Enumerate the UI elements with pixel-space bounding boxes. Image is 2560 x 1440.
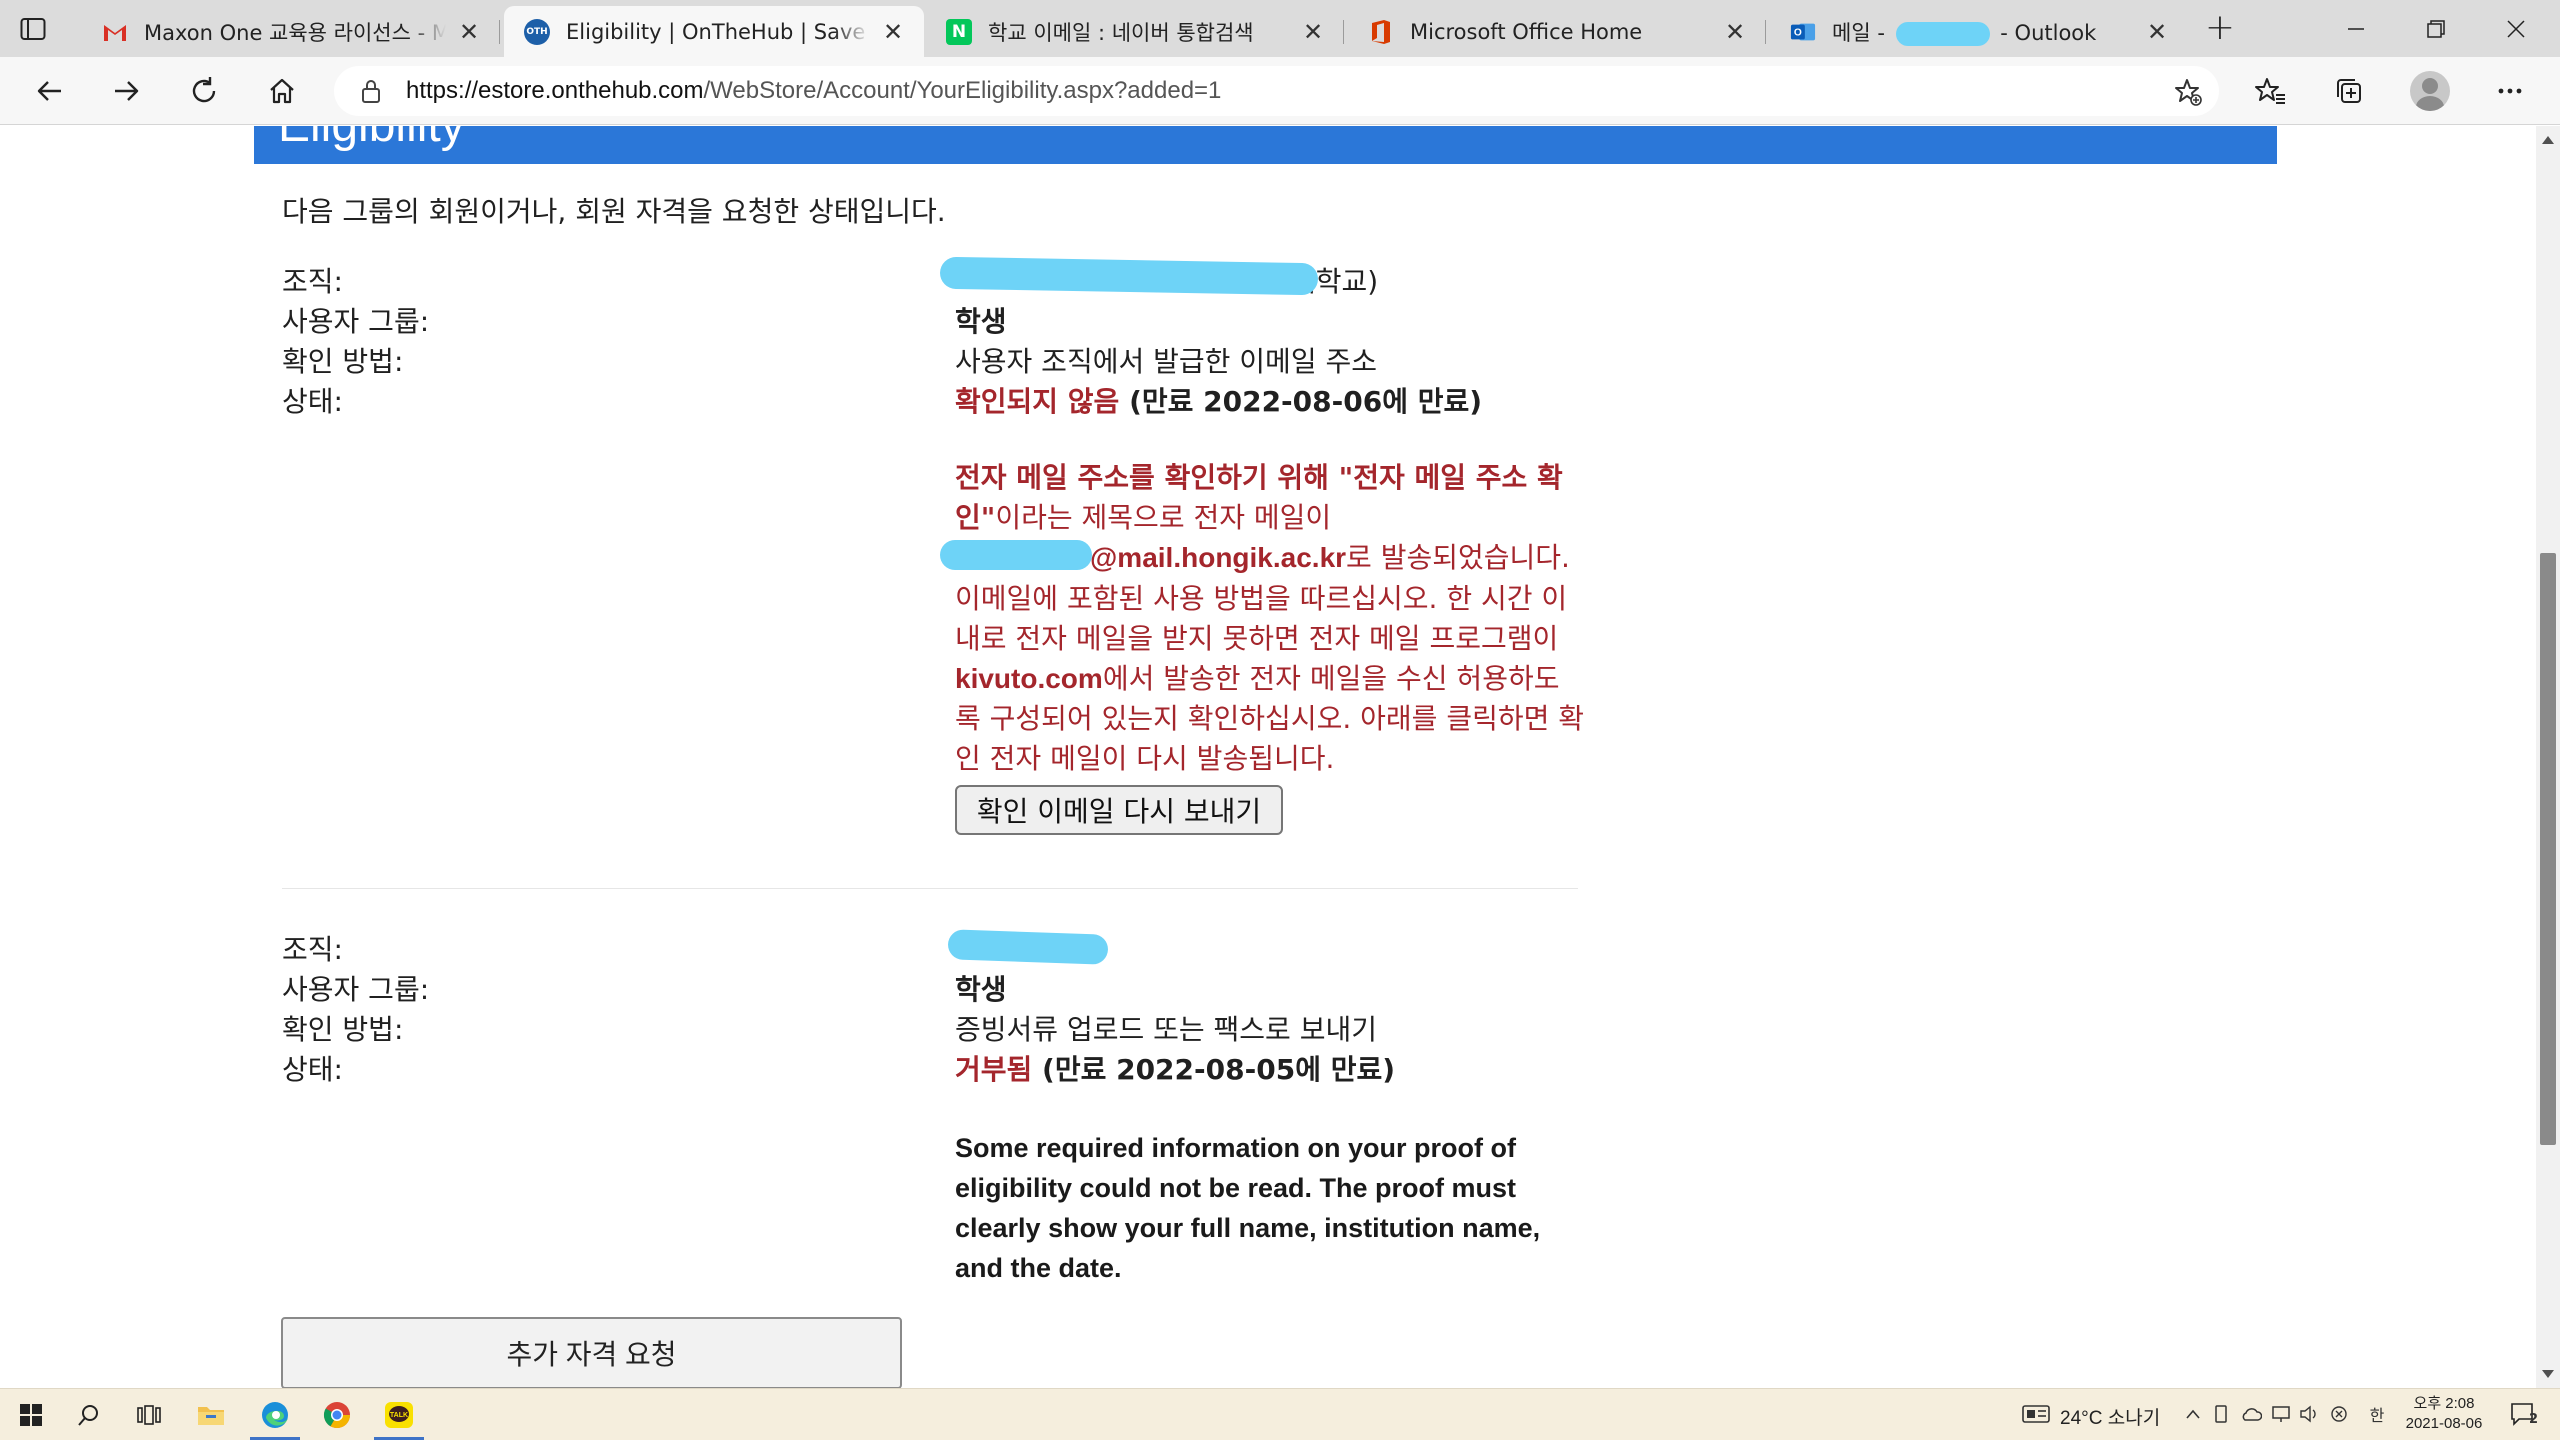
chevron-up-icon[interactable] — [2182, 1403, 2204, 1425]
tab-title: 메일 - - Outlook — [1832, 20, 2097, 46]
user-group-label: 사용자 그룹: — [282, 305, 430, 338]
status-value: 거부됨 (만료 2022-08-05에 만료) — [955, 1053, 1396, 1086]
tab-actions-icon[interactable] — [18, 14, 48, 44]
status-badge: 확인되지 않음 — [955, 385, 1120, 418]
home-button[interactable] — [260, 69, 304, 113]
close-tab-icon[interactable]: ✕ — [2144, 18, 2170, 46]
volume-icon[interactable] — [2298, 1403, 2320, 1425]
tab-title: 학교 이메일 : 네이버 통합검색 — [988, 20, 1254, 45]
notification-icon[interactable]: 2 — [2508, 1403, 2538, 1427]
organization-label: 조직: — [282, 933, 343, 966]
verification-value: 사용자 조직에서 발급한 이메일 주소 — [955, 345, 1378, 378]
svg-text:O: O — [1794, 27, 1802, 38]
network-icon[interactable] — [2270, 1403, 2292, 1425]
tab-office[interactable]: Microsoft Office Home ✕ — [1348, 6, 1766, 57]
tab-strip: Maxon One 교육용 라이선스 - M ✕ OTH Eligibility… — [0, 0, 2560, 57]
redaction-mark — [1895, 21, 1990, 46]
task-view-icon[interactable] — [118, 1389, 180, 1440]
redaction-mark — [940, 540, 1092, 570]
page-viewport: Eligibility 다음 그룹의 회원이거나, 회원 자격을 요청한 상태입… — [0, 126, 2536, 1388]
page-header-banner: Eligibility — [254, 126, 2277, 164]
close-tab-icon[interactable]: ✕ — [1722, 18, 1748, 46]
mute-icon[interactable] — [2328, 1403, 2350, 1425]
weather-icon[interactable] — [2022, 1403, 2050, 1425]
address-bar[interactable]: https://estore.onthehub.com/WebStore/Acc… — [334, 66, 2219, 116]
outlook-icon: O — [1790, 19, 1816, 45]
favorites-icon[interactable] — [2248, 69, 2292, 113]
notification-count: 2 — [2528, 1412, 2538, 1427]
url-text: https://estore.onthehub.com/WebStore/Acc… — [406, 77, 1222, 104]
browser-toolbar: https://estore.onthehub.com/WebStore/Acc… — [0, 57, 2560, 125]
collections-icon[interactable] — [2326, 69, 2370, 113]
rejection-reason: Some required information on your proof … — [955, 1133, 1541, 1283]
user-group-value: 학생 — [955, 973, 1007, 1006]
close-tab-icon[interactable]: ✕ — [880, 18, 906, 46]
more-options-icon[interactable] — [2488, 69, 2532, 113]
tab-maxon[interactable]: Maxon One 교육용 라이선스 - M ✕ — [82, 6, 500, 57]
weather-text[interactable]: 24°C 소나기 — [2060, 1403, 2160, 1430]
windows-taskbar: TALK 24°C 소나기 한 오후 2:08 2021-08-06 2 — [0, 1388, 2560, 1440]
tab-outlook[interactable]: O 메일 - - Outlook ✕ — [1770, 6, 2188, 57]
device-icon[interactable] — [2210, 1403, 2232, 1425]
system-clock[interactable]: 오후 2:08 2021-08-06 — [2404, 1394, 2484, 1434]
redaction-mark — [947, 929, 1109, 965]
user-group-label: 사용자 그룹: — [282, 973, 430, 1006]
minimize-button[interactable] — [2316, 0, 2396, 57]
onthehub-icon: OTH — [524, 18, 550, 45]
scroll-down-icon[interactable] — [2542, 1370, 2554, 1378]
close-tab-icon[interactable]: ✕ — [456, 18, 482, 46]
redaction-mark — [939, 256, 1319, 296]
tab-title: Microsoft Office Home — [1410, 19, 1643, 44]
section-divider — [282, 888, 1578, 889]
profile-avatar[interactable] — [2410, 71, 2450, 111]
file-explorer-icon[interactable] — [180, 1389, 242, 1440]
kakaotalk-icon[interactable]: TALK — [368, 1389, 430, 1440]
status-badge: 거부됨 — [955, 1053, 1033, 1086]
status-label: 상태: — [282, 385, 343, 418]
refresh-button[interactable] — [182, 69, 226, 113]
close-window-button[interactable] — [2476, 0, 2556, 57]
back-button[interactable] — [28, 69, 72, 113]
page-scrollbar[interactable] — [2536, 126, 2560, 1388]
restore-button[interactable] — [2396, 0, 2476, 57]
verification-label: 확인 방법: — [282, 1013, 404, 1046]
onedrive-icon[interactable] — [2240, 1403, 2262, 1425]
office-icon — [1368, 19, 1394, 45]
ime-indicator[interactable]: 한 — [2366, 1403, 2388, 1425]
request-eligibility-button[interactable]: 추가 자격 요청 — [281, 1317, 902, 1388]
scroll-up-icon[interactable] — [2542, 136, 2554, 144]
scrollbar-thumb[interactable] — [2540, 553, 2556, 1145]
status-label: 상태: — [282, 1053, 343, 1086]
email-address: @mail.hongik.ac.kr — [1090, 542, 1347, 574]
windows-start-icon[interactable] — [0, 1389, 62, 1440]
tab-naver[interactable]: N 학교 이메일 : 네이버 통합검색 ✕ — [926, 6, 1344, 57]
chrome-icon[interactable] — [306, 1389, 368, 1440]
kivuto-link: kivuto.com — [955, 663, 1103, 695]
svg-text:TALK: TALK — [390, 1412, 408, 1419]
tab-title: Eligibility | OnTheHub | Save on S — [566, 19, 870, 44]
edge-browser-icon[interactable] — [244, 1389, 306, 1440]
add-favorite-icon[interactable] — [2173, 77, 2203, 107]
gmail-icon — [102, 19, 128, 45]
verification-value: 증빙서류 업로드 또는 팩스로 보내기 — [955, 1013, 1378, 1046]
close-tab-icon[interactable]: ✕ — [1300, 18, 1326, 46]
naver-icon: N — [946, 18, 972, 45]
intro-text: 다음 그룹의 회원이거나, 회원 자격을 요청한 상태입니다. — [282, 195, 946, 228]
lock-icon[interactable] — [358, 78, 384, 104]
search-icon[interactable] — [58, 1389, 120, 1440]
new-tab-button[interactable]: + — [2198, 8, 2242, 52]
organization-label: 조직: — [282, 265, 343, 298]
tab-title: Maxon One 교육용 라이선스 - M — [144, 20, 446, 45]
forward-button[interactable] — [104, 69, 148, 113]
resend-verification-button[interactable]: 확인 이메일 다시 보내기 — [955, 785, 1283, 835]
status-value: 확인되지 않음 (만료 2022-08-06에 만료) — [955, 385, 1483, 418]
page-title: Eligibility — [278, 126, 465, 153]
verification-notice: 전자 메일 주소를 확인하기 위해 "전자 메일 주소 확인"이라는 제목으로 … — [955, 461, 1585, 776]
tab-eligibility[interactable]: OTH Eligibility | OnTheHub | Save on S ✕ — [504, 6, 924, 57]
user-group-value: 학생 — [955, 305, 1007, 338]
verification-label: 확인 방법: — [282, 345, 404, 378]
